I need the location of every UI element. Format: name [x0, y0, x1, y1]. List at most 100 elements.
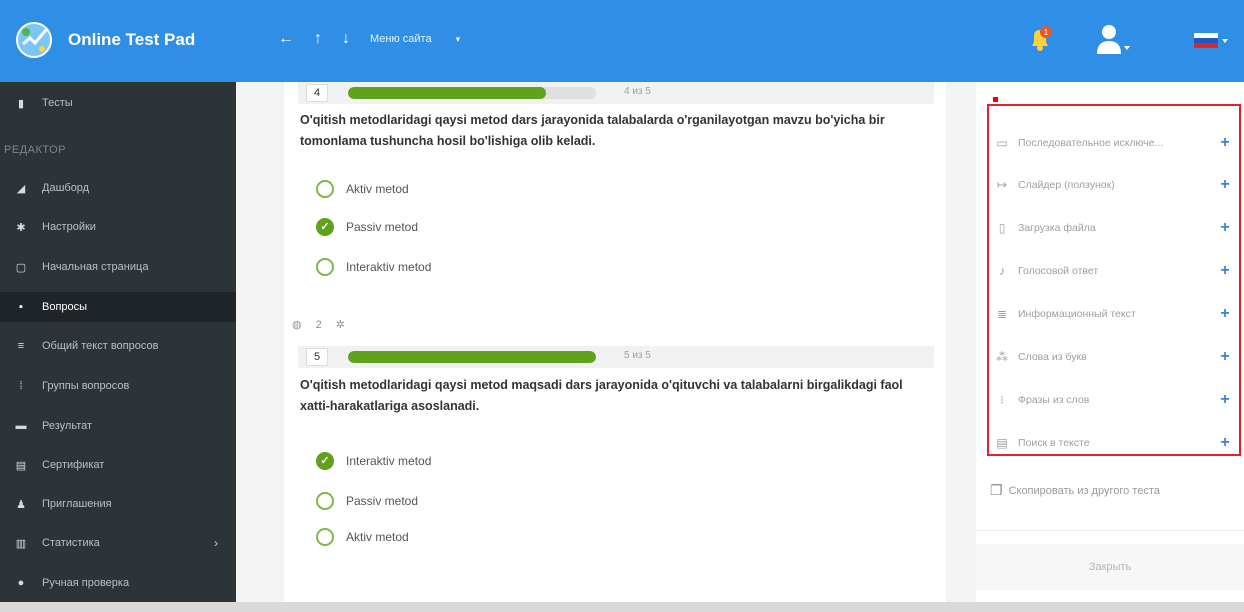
question-tools: ◍ 2 ✲ — [292, 318, 359, 332]
close-button[interactable]: Закрыть — [976, 544, 1244, 590]
file-upload-icon: ▯ — [998, 221, 1006, 235]
question-header: 4 4 из 5 — [298, 82, 934, 104]
question-number: 5 — [306, 348, 328, 366]
dashboard-icon: ◢ — [16, 182, 26, 195]
answer-option[interactable]: Passiv metod — [316, 218, 418, 236]
sidebar-item-label: Приглашения — [42, 498, 112, 510]
sidebar-item-dashboard[interactable]: ◢ Дашборд — [0, 173, 236, 203]
radio-button[interactable] — [316, 528, 334, 546]
question-types-panel: ▭ Последовательное исключе... + ↦ Слайде… — [976, 82, 1244, 602]
plus-icon[interactable]: + — [1218, 262, 1232, 280]
bottom-strip — [0, 602, 1244, 612]
sidebar-item-label: Сертификат — [42, 459, 105, 471]
copy-from-test-link[interactable]: ❐ Скопировать из другого теста — [990, 482, 1160, 499]
user-menu-icon[interactable] — [1095, 22, 1131, 56]
question-type-label: Фразы из слов — [1018, 394, 1090, 406]
question-type-label: Голосовой ответ — [1018, 265, 1099, 277]
top-bar: Online Test Pad ← ↑ ↓ Меню сайта ▾ 1 — [0, 0, 1244, 82]
sidebar-item-question-groups[interactable]: ⁞ Группы вопросов — [0, 371, 236, 401]
sidebar-item-manual-check[interactable]: ● Ручная проверка — [0, 568, 236, 598]
progress-fill — [348, 351, 596, 363]
back-arrow-icon[interactable]: ← — [278, 30, 294, 48]
plus-icon[interactable]: + — [1218, 305, 1232, 323]
down-arrow-icon[interactable]: ↓ — [342, 30, 350, 48]
plus-icon[interactable]: + — [1218, 134, 1232, 152]
option-label: Interaktiv metod — [346, 260, 432, 274]
info-text-icon: ≣ — [996, 307, 1008, 321]
plus-icon[interactable]: + — [1218, 391, 1232, 409]
radio-button[interactable] — [316, 492, 334, 510]
up-arrow-icon[interactable]: ↑ — [314, 30, 322, 48]
plus-icon[interactable]: + — [1218, 219, 1232, 237]
question-progress-bar — [348, 351, 596, 363]
question-type-sequence[interactable]: ▭ Последовательное исключе... + — [992, 132, 1232, 154]
sidebar-item-statistics[interactable]: ▥ Статистика › — [0, 528, 236, 558]
question-type-info-text[interactable]: ≣ Информационный текст + — [992, 303, 1232, 325]
sidebar-item-questions[interactable]: ▪ Вопросы — [0, 292, 236, 322]
manual-check-icon: ● — [17, 577, 25, 589]
progress-fill — [348, 87, 547, 99]
copy-icon[interactable]: ◍ — [292, 318, 302, 331]
app-title: Online Test Pad — [68, 30, 196, 49]
sidebar-item-invitations[interactable]: ♟ Приглашения — [0, 489, 236, 519]
question-type-label: Информационный текст — [1018, 308, 1136, 320]
notification-count: 1 — [1044, 28, 1049, 37]
sidebar-item-certificate[interactable]: ▤ Сертификат — [0, 450, 236, 480]
question-type-label: Последовательное исключе... — [1018, 137, 1164, 149]
sidebar-item-common-text[interactable]: ≡ Общий текст вопросов — [0, 331, 236, 361]
question-type-slider[interactable]: ↦ Слайдер (ползунок) + — [992, 174, 1232, 196]
questions-icon: ▪ — [19, 301, 23, 313]
radio-button[interactable] — [316, 218, 334, 236]
question-type-label: Загрузка файла — [1018, 222, 1096, 234]
groups-icon: ⁞ — [19, 380, 23, 392]
answer-option[interactable]: Passiv metod — [316, 492, 418, 510]
copy-icon: ❐ — [990, 482, 1003, 498]
answer-option[interactable]: Aktiv metod — [316, 528, 409, 546]
plus-icon[interactable]: + — [1218, 176, 1232, 194]
caret-down-icon: ▾ — [455, 33, 461, 44]
sequence-icon: ▭ — [996, 136, 1008, 150]
question-type-file-upload[interactable]: ▯ Загрузка файла + — [992, 217, 1232, 239]
stats-icon: ▥ — [15, 537, 27, 550]
invite-icon: ♟ — [16, 498, 26, 511]
question-type-letters[interactable]: ⁂ Слова из букв + — [992, 346, 1232, 368]
option-label: Interaktiv metod — [346, 454, 432, 468]
question-type-text-search[interactable]: ▤ Поиск в тексте + — [992, 432, 1232, 454]
questions-card: 4 4 из 5 O'qitish metodlaridagi qaysi me… — [284, 82, 946, 602]
radio-button[interactable] — [316, 180, 334, 198]
sidebar-item-settings[interactable]: ✱ Настройки — [0, 212, 236, 242]
sidebar-item-label: Группы вопросов — [42, 380, 130, 392]
sidebar-item-tests[interactable]: ▮ Тесты — [0, 88, 236, 118]
radio-button[interactable] — [316, 452, 334, 470]
main-content: 4 4 из 5 O'qitish metodlaridagi qaysi me… — [236, 82, 976, 602]
option-label: Passiv metod — [346, 220, 419, 234]
language-flag-icon[interactable] — [1190, 29, 1230, 51]
marker-dot — [993, 97, 998, 102]
sidebar-item-label: Вопросы — [42, 301, 88, 313]
question-progress-bar — [348, 87, 596, 99]
question-type-voice[interactable]: ♪ Голосовой ответ + — [992, 260, 1232, 282]
logo[interactable]: Online Test Pad — [12, 18, 195, 62]
bell-icon[interactable]: 1 — [1027, 24, 1053, 54]
plus-icon[interactable]: + — [1218, 434, 1232, 452]
divider — [976, 530, 1244, 531]
sidebar-item-result[interactable]: ▬ Результат — [0, 411, 236, 441]
text-icon: ≡ — [17, 340, 25, 352]
radio-button[interactable] — [316, 258, 334, 276]
sidebar-item-label: Результат — [42, 420, 93, 432]
answer-option[interactable]: Interaktiv metod — [316, 258, 431, 276]
question-text: O'qitish metodlaridagi qaysi metod dars … — [300, 113, 885, 148]
words-icon: ⁝ — [1000, 393, 1004, 407]
answer-option[interactable]: Aktiv metod — [316, 180, 409, 198]
question-type-words[interactable]: ⁝ Фразы из слов + — [992, 389, 1232, 411]
sidebar-item-label: Дашборд — [42, 182, 90, 194]
settings-icon[interactable]: ✲ — [336, 318, 345, 331]
nav-arrows: ← ↑ ↓ Меню сайта ▾ — [278, 30, 480, 48]
question-number: 4 — [306, 84, 328, 102]
site-menu-label: Меню сайта — [370, 33, 432, 45]
plus-icon[interactable]: + — [1218, 348, 1232, 366]
copy-from-test-label: Скопировать из другого теста — [1008, 484, 1160, 497]
sidebar-item-start-page[interactable]: ▢ Начальная страница — [0, 252, 236, 282]
site-menu-dropdown[interactable]: Меню сайта ▾ — [370, 33, 480, 45]
answer-option[interactable]: Interaktiv metod — [316, 452, 431, 470]
